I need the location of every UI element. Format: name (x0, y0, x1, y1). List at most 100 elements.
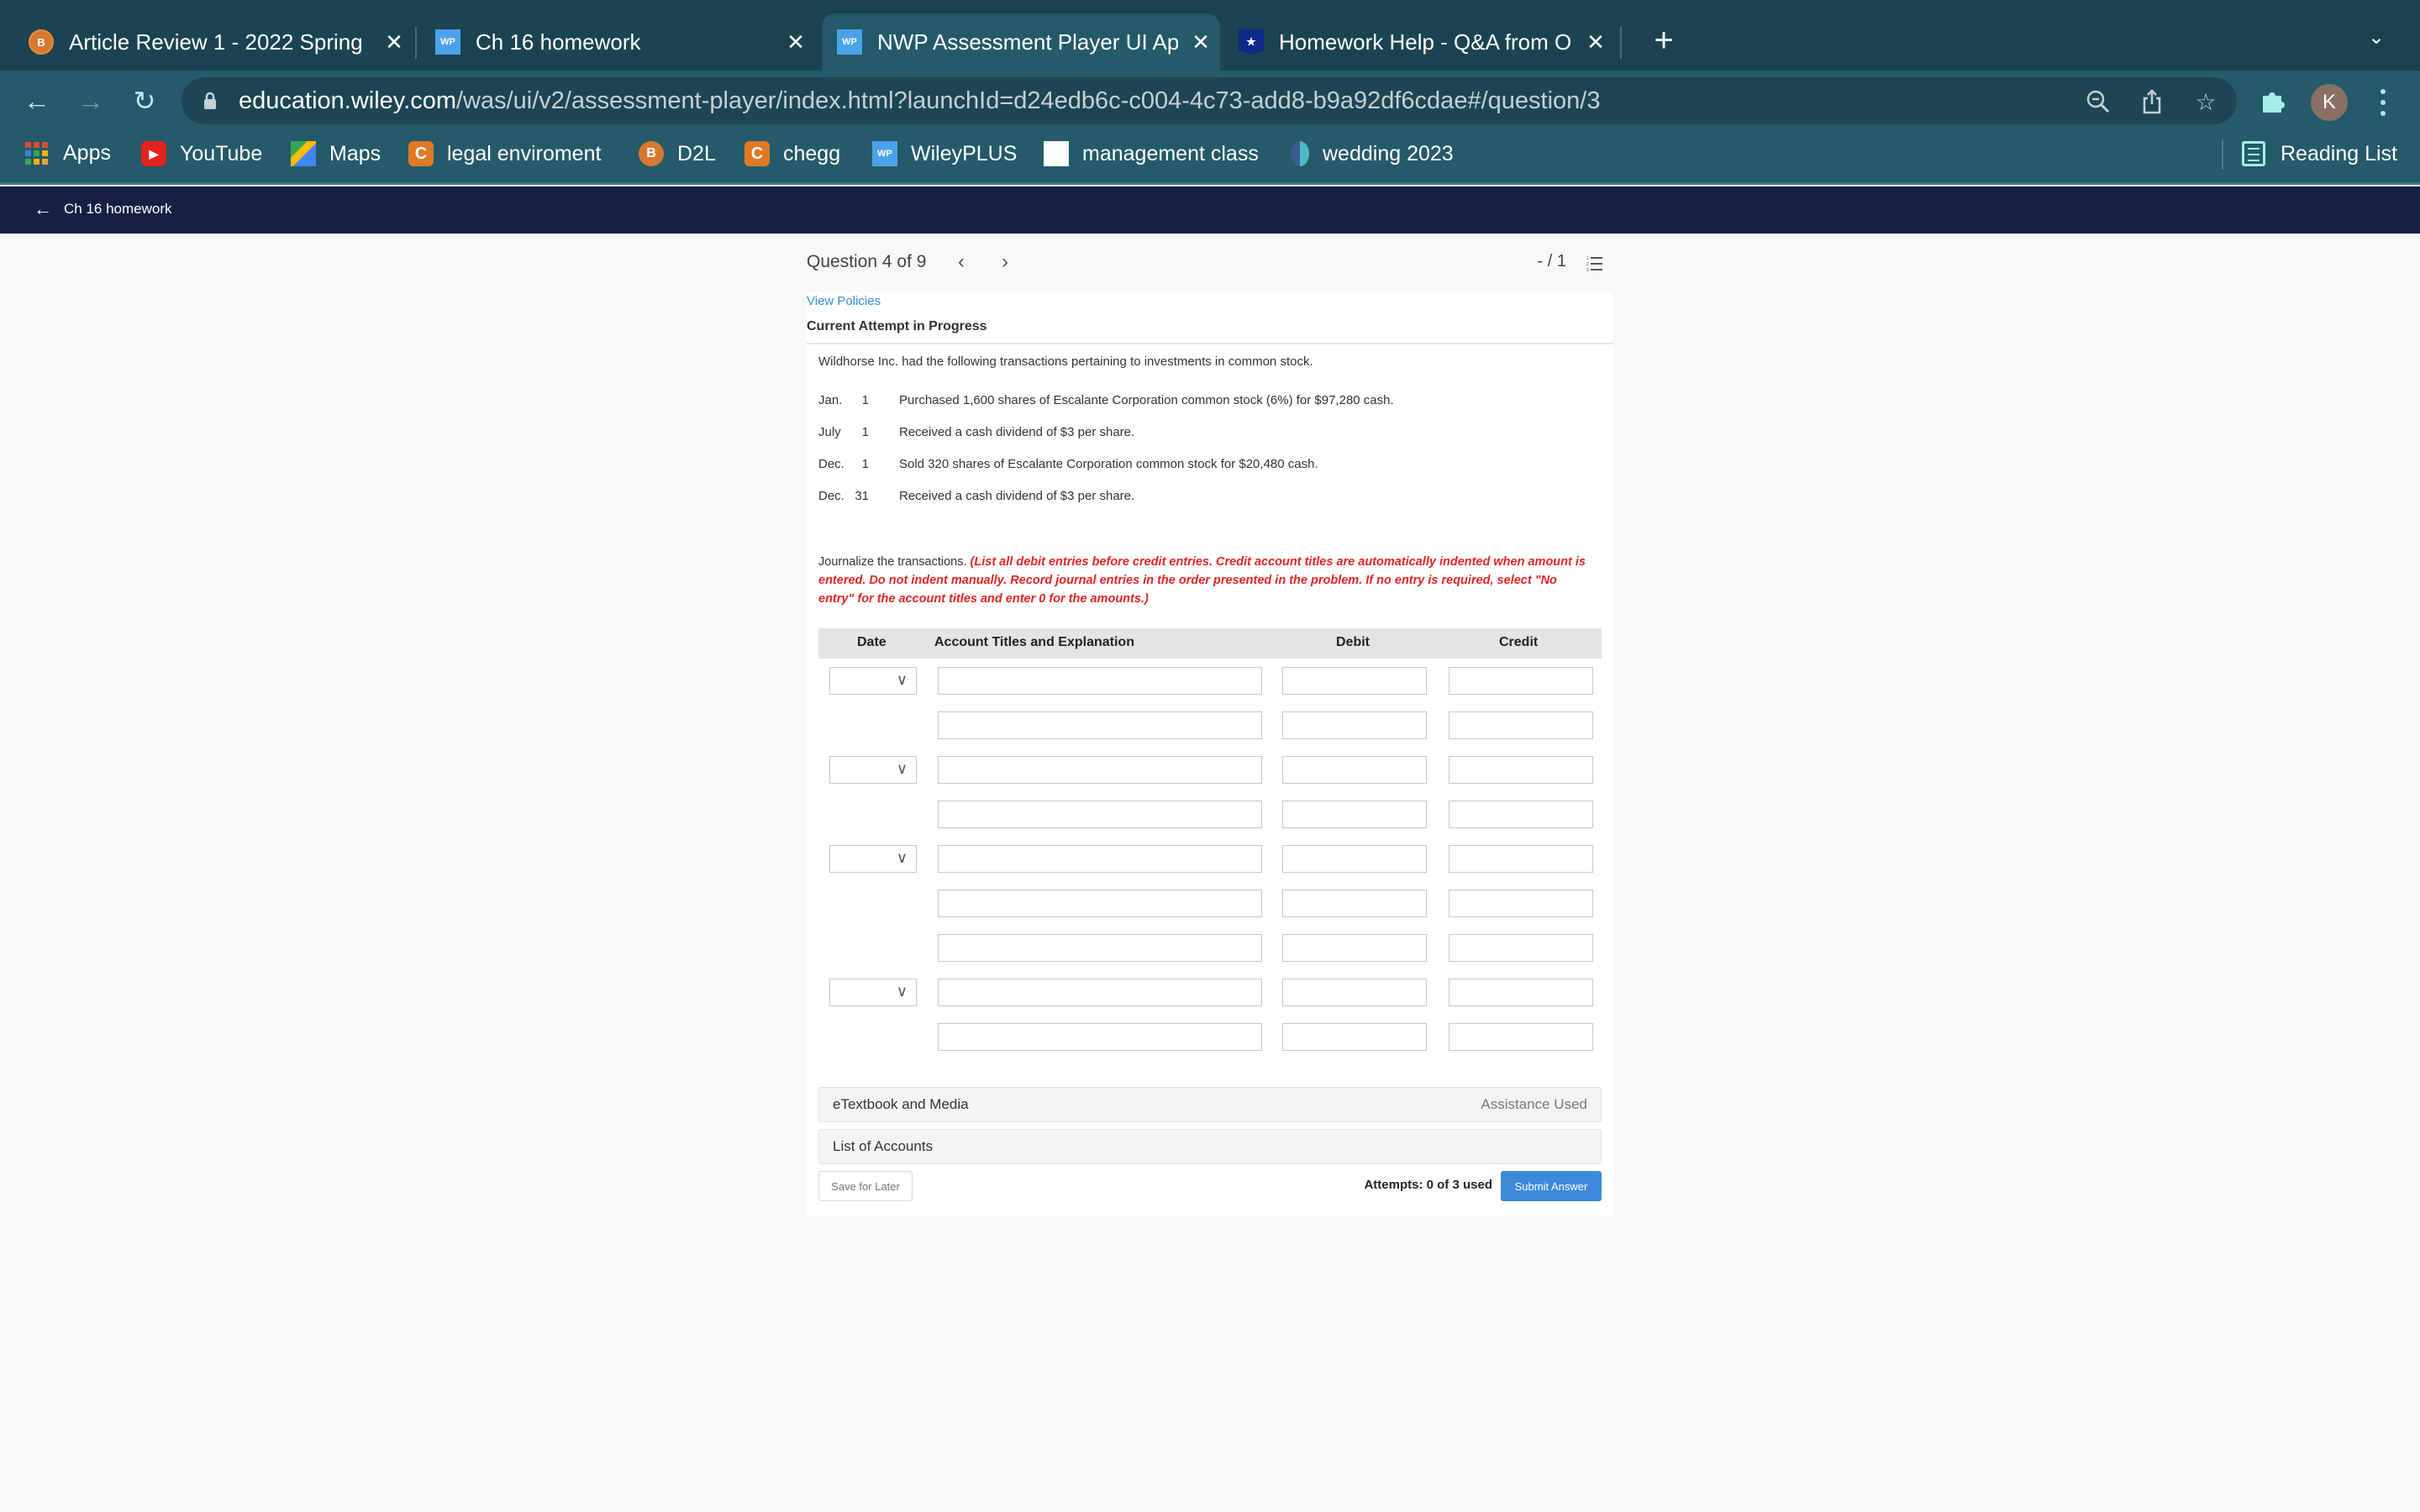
debit-input[interactable] (1282, 934, 1427, 962)
close-icon[interactable]: ✕ (783, 29, 808, 55)
journal-row (818, 881, 1602, 926)
wp-icon: WP (435, 29, 460, 55)
account-title-input[interactable] (938, 979, 1262, 1006)
list-of-accounts-panel[interactable]: List of Accounts (818, 1129, 1602, 1164)
debit-input[interactable] (1282, 890, 1427, 917)
journal-row (818, 703, 1602, 748)
debit-input[interactable] (1282, 845, 1427, 873)
view-policies-link[interactable]: View Policies (807, 294, 881, 308)
save-for-later-button[interactable]: Save for Later (818, 1171, 913, 1201)
close-icon[interactable]: ✕ (1583, 29, 1608, 55)
tab-homework-help[interactable]: ★ Homework Help - Q&A from Or ✕ (1239, 13, 1608, 71)
attempts-counter: Attempts: 0 of 3 used (1364, 1178, 1492, 1192)
credit-input[interactable] (1449, 711, 1593, 739)
d2l-icon: B (639, 141, 664, 166)
bookmark-chegg[interactable]: C chegg (744, 141, 840, 166)
credit-input[interactable] (1449, 934, 1593, 962)
header-debit: Debit (1336, 635, 1370, 649)
address-bar[interactable]: education.wiley.com/was/ui/v2/assessment… (182, 77, 2237, 124)
account-title-input[interactable] (938, 711, 1262, 739)
account-title-input[interactable] (938, 890, 1262, 917)
forward-arrow-icon[interactable]: → (74, 84, 108, 118)
journal-row (818, 792, 1602, 837)
debit-input[interactable] (1282, 1023, 1427, 1051)
debit-input[interactable] (1282, 801, 1427, 828)
credit-input[interactable] (1449, 979, 1593, 1006)
chevron-down-icon: ∨ (896, 983, 908, 1000)
bookmark-star-icon[interactable]: ☆ (2191, 87, 2220, 116)
account-title-input[interactable] (938, 801, 1262, 828)
bookmark-d2l[interactable]: B D2L (639, 141, 716, 166)
bookmark-wedding-2023[interactable]: wedding 2023 (1291, 141, 1454, 166)
debit-input[interactable] (1282, 979, 1427, 1006)
extensions-puzzle-icon[interactable] (2259, 87, 2287, 116)
back-to-assignment-link[interactable]: ← Ch 16 homework (34, 198, 172, 220)
account-title-input[interactable] (938, 1023, 1262, 1051)
account-title-input[interactable] (938, 934, 1262, 962)
credit-input[interactable] (1449, 801, 1593, 828)
account-title-input[interactable] (938, 845, 1262, 873)
browser-menu-icon[interactable] (2375, 86, 2391, 119)
svg-text:2: 2 (1586, 262, 1589, 267)
app-header: ← Ch 16 homework (0, 186, 2420, 234)
journal-row: ∨ (818, 970, 1602, 1015)
tab-ch16-homework[interactable]: WP Ch 16 homework ✕ (435, 13, 808, 71)
close-icon[interactable]: ✕ (381, 29, 407, 55)
bookmark-wileyplus[interactable]: WP WileyPLUS (872, 141, 1017, 166)
new-tab-button[interactable]: + (1645, 22, 1682, 59)
date-select[interactable]: ∨ (829, 979, 917, 1006)
account-title-input[interactable] (938, 756, 1262, 784)
bookmark-youtube[interactable]: ▶ YouTube (141, 141, 262, 166)
debit-input[interactable] (1282, 756, 1427, 784)
next-question-button[interactable]: › (1002, 250, 1008, 274)
attempt-status: Current Attempt in Progress (807, 319, 987, 333)
tab-separator (415, 27, 417, 59)
bookmark-legal-enviroment[interactable]: C legal enviroment (408, 141, 601, 166)
divider (807, 343, 1613, 344)
debit-input[interactable] (1282, 667, 1427, 695)
journal-entry-table: Date Account Titles and Explanation Debi… (818, 628, 1602, 1059)
bookmark-maps[interactable]: Maps (291, 141, 381, 166)
tab-title: Ch 16 homework (476, 29, 641, 55)
journal-row (818, 926, 1602, 970)
credit-input[interactable] (1449, 756, 1593, 784)
header-credit: Credit (1499, 635, 1539, 649)
share-icon[interactable] (2138, 87, 2166, 116)
journal-row (818, 1015, 1602, 1059)
question-navigation: Question 4 of 9 ‹ › - / 1 1 2 3 (807, 249, 1613, 279)
reload-icon[interactable]: ↻ (128, 84, 161, 118)
date-select[interactable]: ∨ (829, 756, 917, 784)
reading-list-button[interactable]: Reading List (2242, 141, 2397, 166)
tab-title: NWP Assessment Player UI Ap (877, 29, 1178, 55)
credit-input[interactable] (1449, 845, 1593, 873)
previous-question-button[interactable]: ‹ (958, 250, 965, 274)
journal-row: ∨ (818, 837, 1602, 881)
wp-icon: WP (837, 29, 862, 55)
tab-title: Article Review 1 - 2022 Spring (69, 29, 363, 55)
date-select[interactable]: ∨ (829, 845, 917, 873)
back-arrow-icon[interactable]: ← (20, 84, 54, 118)
debit-input[interactable] (1282, 711, 1427, 739)
tab-nwp-assessment[interactable]: WP NWP Assessment Player UI Ap ✕ (822, 13, 1220, 71)
apps-grid-icon (25, 142, 48, 165)
maps-icon (291, 141, 316, 166)
etextbook-media-panel[interactable]: eTextbook and Media Assistance Used (818, 1087, 1602, 1122)
submit-answer-button[interactable]: Submit Answer (1501, 1171, 1602, 1201)
credit-input[interactable] (1449, 890, 1593, 917)
bookmark-apps[interactable]: Apps (25, 141, 111, 165)
close-icon[interactable]: ✕ (1188, 29, 1213, 55)
bookmark-management-class[interactable]: management class (1044, 141, 1259, 166)
credit-input[interactable] (1449, 667, 1593, 695)
journal-row: ∨ (818, 748, 1602, 792)
d2l-icon: B (29, 29, 54, 55)
chevron-down-icon: ∨ (896, 849, 908, 866)
credit-input[interactable] (1449, 1023, 1593, 1051)
tab-article-review[interactable]: B Article Review 1 - 2022 Spring ✕ (29, 13, 407, 71)
profile-avatar[interactable]: K (2311, 84, 2348, 121)
date-select[interactable]: ∨ (829, 667, 917, 695)
zoom-out-icon[interactable] (2084, 87, 2112, 116)
tab-search-chevron-icon[interactable]: ⌄ (2368, 25, 2385, 50)
account-title-input[interactable] (938, 667, 1262, 695)
question-list-icon[interactable]: 1 2 3 (1586, 255, 1603, 272)
tab-separator (1620, 27, 1622, 59)
